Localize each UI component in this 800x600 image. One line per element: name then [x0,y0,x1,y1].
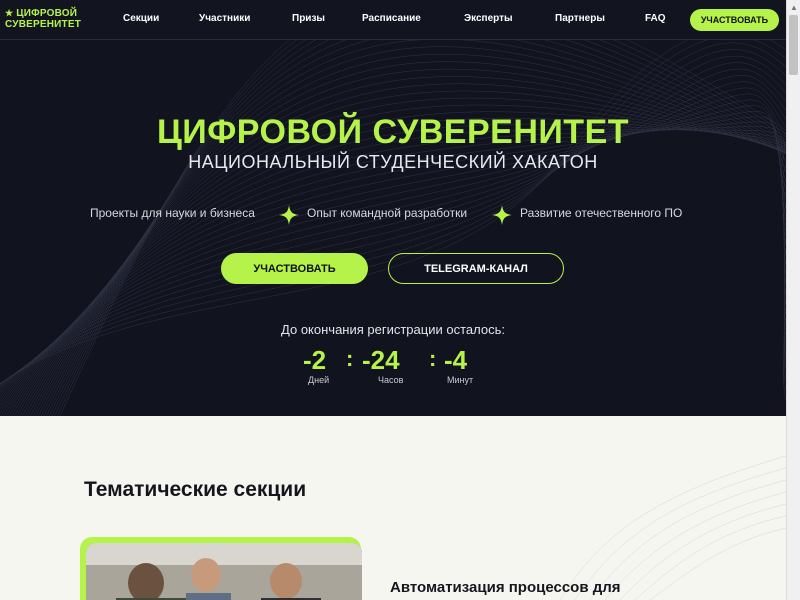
participate-button[interactable]: УЧАСТВОВАТЬ [221,253,368,284]
scroll-up-arrow-icon[interactable]: ▲ [787,0,800,14]
scrollbar-thumb[interactable] [789,15,798,75]
nav-item-experts[interactable]: Эксперты [464,13,513,24]
nav-item-partners[interactable]: Партнеры [555,13,605,24]
thematic-sections: Тематические секции Автоматизация процес… [0,416,786,600]
hero-section: ЦИФРОВОЙ СУВЕРЕНИТЕТ НАЦИОНАЛЬНЫЙ СТУДЕН… [0,40,786,416]
team-photo [86,543,362,600]
countdown-days: -2 [303,345,327,375]
countdown-hours: -24 [362,345,400,375]
feature-science-business: Проекты для науки и бизнеса [90,206,255,220]
section-card-heading: Автоматизация процессов для [390,579,621,596]
countdown-label: До окончания регистрации осталось: [281,322,505,337]
countdown-minutes: -4 [444,345,468,375]
feature-domestic-software: Развитие отечественного ПО [520,206,683,220]
telegram-channel-button[interactable]: TELEGRAM-КАНАЛ [388,253,564,284]
countdown-days-label: Дней [308,375,330,385]
sparkle-icon [492,205,512,225]
nav-item-participants[interactable]: Участники [199,13,250,24]
nav-item-schedule[interactable]: Расписание [362,13,421,24]
hero-title: ЦИФРОВОЙ СУВЕРЕНИТЕТ [156,113,630,151]
feature-team-development: Опыт командной разработки [307,206,468,220]
nav-item-prizes[interactable]: Призы [292,13,325,24]
countdown-separator: : [346,346,354,371]
scrollbar[interactable]: ▲ [786,0,800,600]
nav-item-sections[interactable]: Секции [123,13,159,24]
nav-item-faq[interactable]: FAQ [645,13,666,24]
main-nav: Секции Участники Призы Расписание Экспер… [0,0,786,40]
countdown-separator: : [429,346,437,371]
section-title: Тематические секции [84,478,307,501]
header-participate-button[interactable]: УЧАСТВОВАТЬ [690,9,779,31]
countdown-minutes-label: Минут [447,375,474,385]
countdown-hours-label: Часов [378,375,404,385]
hero-subtitle: НАЦИОНАЛЬНЫЙ СТУДЕНЧЕСКИЙ ХАКАТОН [188,152,598,172]
sparkle-icon [279,205,299,225]
site-header: ★ ЦИФРОВОЙ СУВЕРЕНИТЕТ Секции Участники … [0,0,786,40]
